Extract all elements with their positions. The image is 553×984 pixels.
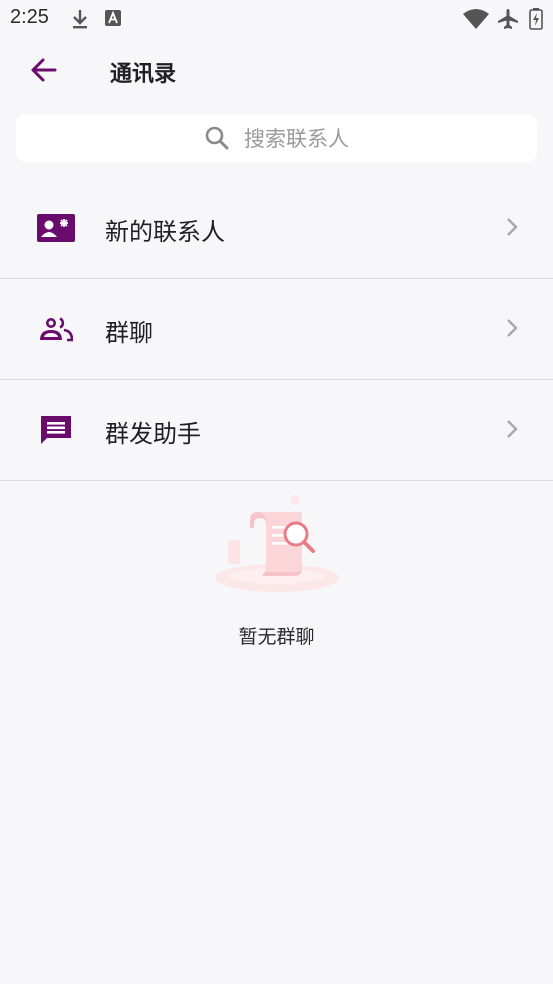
- battery-icon: [529, 8, 543, 34]
- app-bar: 通讯录: [0, 38, 553, 102]
- menu-item-label: 群发助手: [105, 420, 201, 448]
- menu-item-label: 群聊: [105, 319, 153, 347]
- message-icon: [36, 412, 76, 448]
- group-icon: [36, 311, 76, 347]
- menu-list: 新的联系人 群聊 群发助手: [0, 178, 553, 481]
- search-input[interactable]: 搜索联系人: [16, 114, 537, 162]
- empty-state-text: 暂无群聊: [238, 626, 315, 648]
- chevron-right-icon: [505, 418, 519, 444]
- back-button[interactable]: [22, 50, 66, 90]
- page-title: 通讯录: [110, 62, 177, 87]
- chevron-right-icon: [505, 216, 519, 242]
- menu-item-broadcast-assistant[interactable]: 群发助手: [0, 380, 553, 481]
- chevron-right-icon: [505, 317, 519, 343]
- menu-item-new-contacts[interactable]: 新的联系人: [0, 178, 553, 279]
- search-icon: [205, 126, 229, 150]
- menu-item-label: 新的联系人: [105, 218, 225, 246]
- airplane-icon: [496, 8, 520, 34]
- empty-document-search-illustration: [210, 490, 344, 600]
- arrow-left-icon: [31, 58, 57, 82]
- menu-item-group-chats[interactable]: 群聊: [0, 279, 553, 380]
- status-bar: 2:25: [0, 0, 553, 38]
- download-icon: [70, 8, 90, 34]
- search-placeholder: 搜索联系人: [244, 127, 349, 151]
- contact-card-icon: [36, 210, 76, 246]
- status-time: 2:25: [10, 6, 49, 28]
- keyboard-a-icon: [104, 8, 122, 32]
- wifi-icon: [462, 8, 490, 34]
